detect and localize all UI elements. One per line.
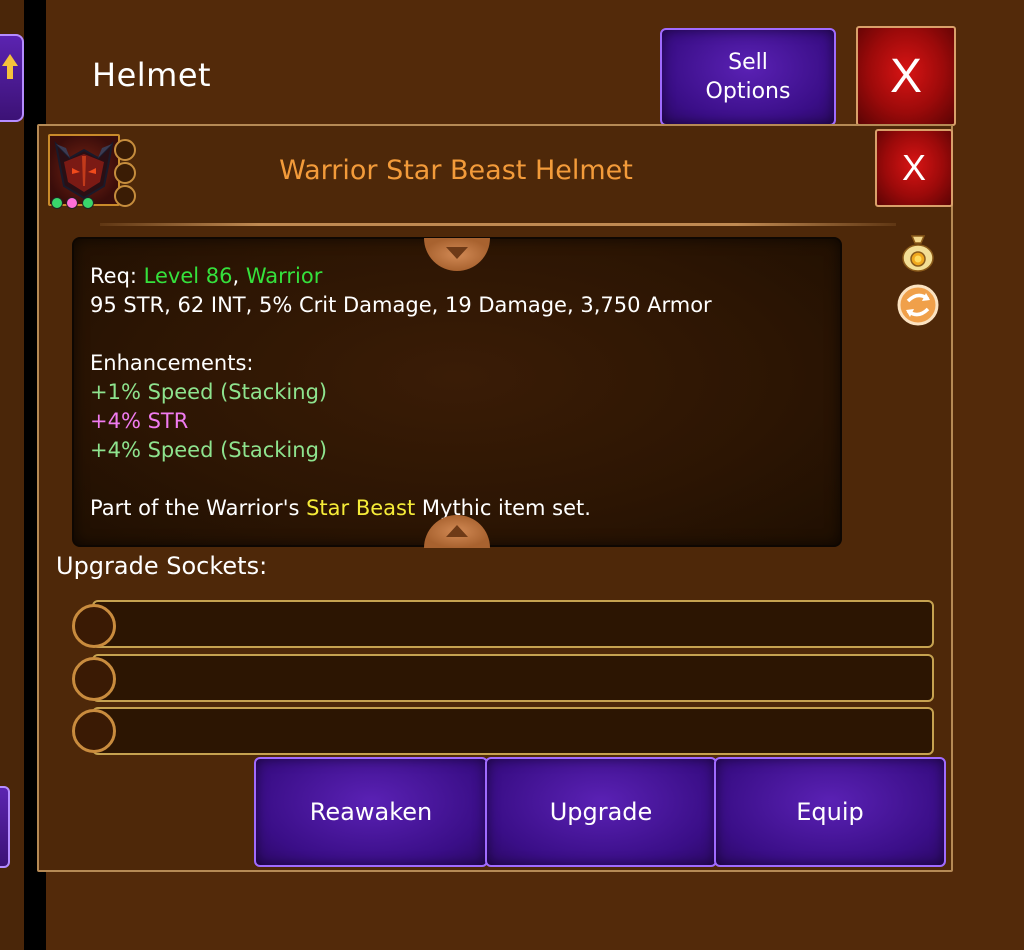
header-divider	[100, 223, 896, 226]
enhancement-2: +4% STR	[90, 409, 189, 433]
set-name: Star Beast	[306, 496, 416, 520]
item-name: Warrior Star Beast Helmet	[279, 155, 633, 186]
left-tab-button[interactable]	[0, 786, 10, 868]
item-slot-ring-2	[114, 162, 136, 184]
upgrade-sockets-label: Upgrade Sockets:	[56, 552, 268, 580]
upgrade-socket-3[interactable]	[92, 707, 934, 755]
chevron-up-icon	[446, 525, 468, 537]
upgrade-button[interactable]: Upgrade	[485, 757, 717, 867]
sell-options-label-line1: Sell	[728, 50, 768, 75]
socket-ring-2	[72, 657, 116, 701]
equip-button[interactable]: Equip	[714, 757, 946, 867]
money-bag-icon[interactable]	[896, 230, 940, 274]
item-slot-ring-3	[114, 185, 136, 207]
gem-socket-3	[82, 197, 94, 209]
helmet-item-icon	[48, 134, 120, 206]
reawaken-label: Reawaken	[309, 798, 433, 826]
enhancement-3: +4% Speed (Stacking)	[90, 438, 328, 462]
swap-arrows-icon[interactable]	[896, 283, 940, 327]
close-item-button[interactable]: X	[875, 129, 953, 207]
close-icon: X	[889, 49, 922, 103]
requirement-class: Warrior	[245, 264, 323, 288]
sell-options-button[interactable]: Sell Options	[660, 28, 836, 126]
helmet-icon	[54, 141, 114, 200]
sell-options-label-line2: Options	[705, 79, 791, 104]
up-arrow-stem	[7, 65, 13, 79]
requirements-prefix: Req:	[90, 264, 144, 288]
left-tab-up-button[interactable]	[0, 34, 24, 122]
upgrade-socket-1[interactable]	[92, 600, 934, 648]
close-icon: X	[901, 147, 926, 188]
enhancement-1: +1% Speed (Stacking)	[90, 380, 328, 404]
socket-ring-3	[72, 709, 116, 753]
gem-socket-2	[66, 197, 78, 209]
requirement-level: Level 86	[143, 264, 233, 288]
requirement-separator: ,	[232, 264, 246, 288]
requirements-line: Req: Level 86, Warrior	[90, 264, 322, 288]
close-window-button[interactable]: X	[856, 26, 956, 126]
reawaken-button[interactable]: Reawaken	[254, 757, 488, 867]
chevron-down-icon	[446, 247, 468, 259]
item-stats: 95 STR, 62 INT, 5% Crit Damage, 19 Damag…	[90, 293, 712, 317]
enhancements-title: Enhancements:	[90, 351, 254, 375]
set-text-before: Part of the Warrior's	[90, 496, 307, 520]
page-title: Helmet	[92, 56, 212, 94]
socket-ring-1	[72, 604, 116, 648]
upgrade-socket-2[interactable]	[92, 654, 934, 702]
upgrade-label: Upgrade	[549, 798, 653, 826]
equip-label: Equip	[796, 798, 864, 826]
item-set-text: Part of the Warrior's Star Beast Mythic …	[90, 496, 591, 520]
item-slot-ring-1	[114, 139, 136, 161]
set-text-after: Mythic item set.	[415, 496, 591, 520]
gem-socket-1	[51, 197, 63, 209]
